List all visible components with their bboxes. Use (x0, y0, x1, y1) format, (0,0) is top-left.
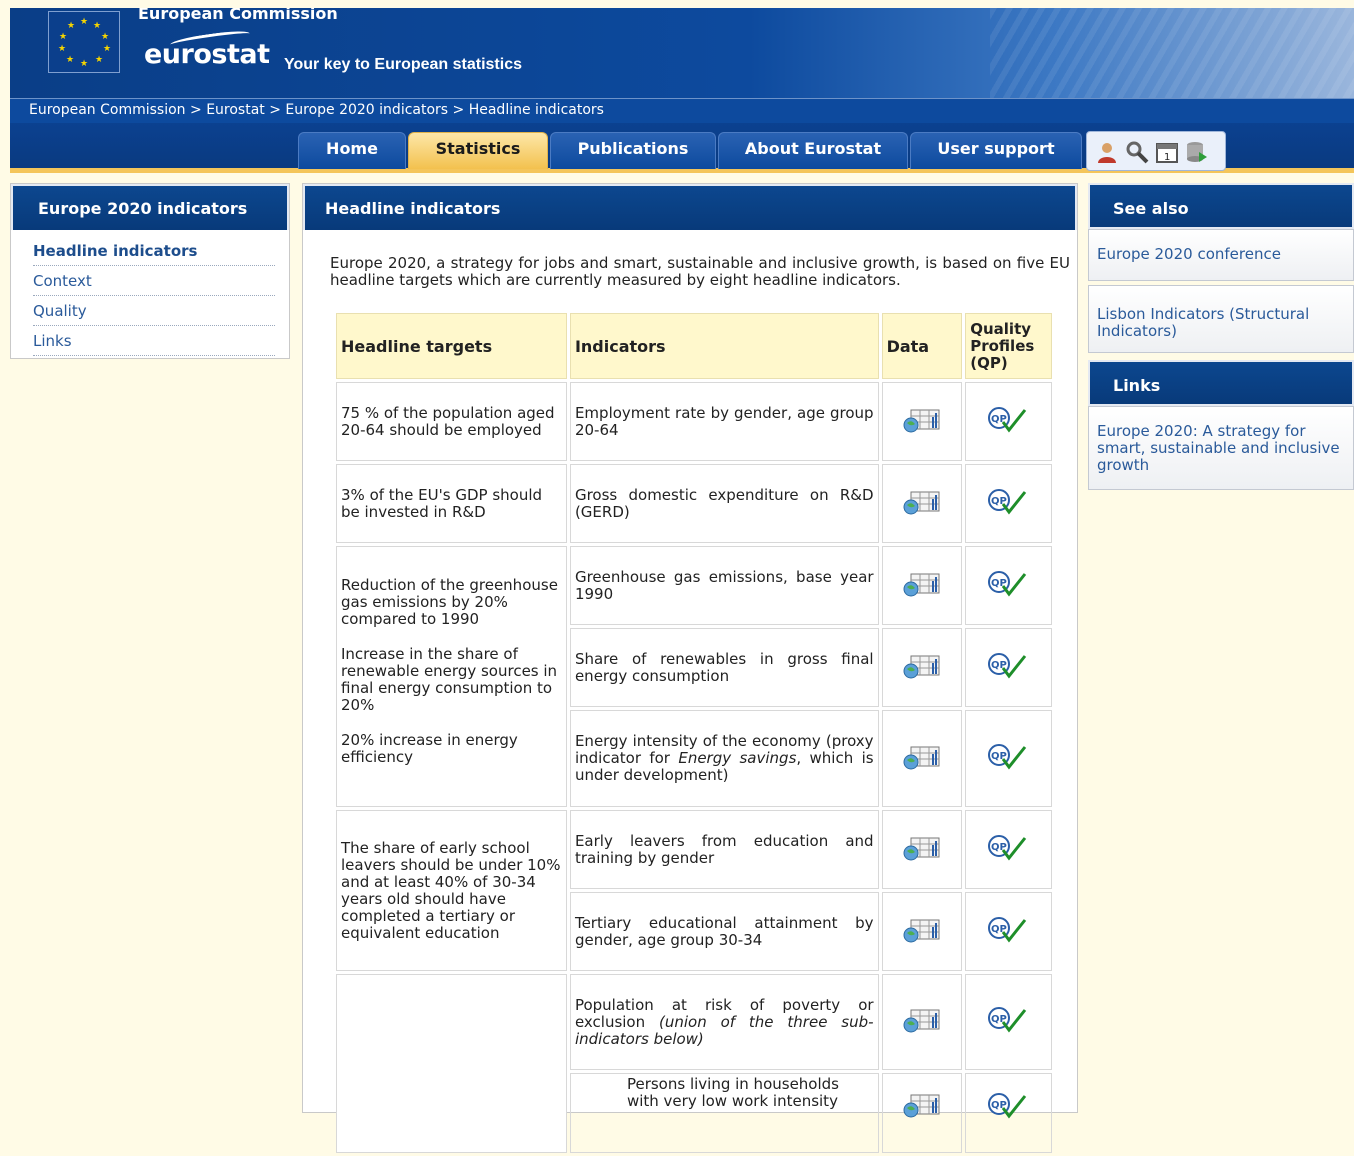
data-table-icon[interactable] (902, 653, 942, 679)
data-table-icon[interactable] (902, 571, 942, 597)
search-icon[interactable] (1125, 140, 1149, 164)
eu-flag-icon: ★ ★ ★ ★ ★ ★ ★ ★ ★ ★ (48, 11, 120, 73)
qp-check-icon[interactable]: QP (987, 652, 1031, 680)
main-nav: Home Statistics Publications About Euros… (10, 123, 1354, 173)
qp-check-icon[interactable]: QP (987, 488, 1031, 516)
eurostat-logo[interactable]: eurostat (144, 39, 270, 70)
left-menu-item-headline-indicators[interactable]: Headline indicators (33, 236, 275, 266)
tagline: Your key to European statistics (284, 56, 522, 73)
indicator-cell[interactable]: Energy intensity of the economy (proxy i… (569, 710, 879, 807)
main-content: Headline indicators Europe 2020, a strat… (302, 183, 1078, 1153)
qp-check-icon[interactable]: QP (987, 834, 1031, 862)
table-row: Reduction of the greenhouse gas emission… (336, 546, 1052, 807)
database-icon[interactable] (1185, 140, 1209, 164)
qp-cell: QP (965, 810, 1052, 889)
data-table-icon[interactable] (902, 489, 942, 515)
tab-home[interactable]: Home (298, 132, 406, 169)
qp-cell: QP (965, 546, 1052, 625)
organization-name: European Commission (138, 8, 338, 23)
left-menu-item-links[interactable]: Links (33, 326, 275, 356)
data-table-icon[interactable] (902, 1007, 942, 1033)
qp-cell: QP (965, 628, 1052, 707)
toolbar-icons: 1 (1086, 131, 1226, 171)
qp-check-icon[interactable]: QP (987, 743, 1031, 771)
tab-user-support[interactable]: User support (910, 132, 1082, 169)
left-menu: Headline indicators Context Quality Link… (11, 230, 289, 356)
see-also-link-lisbon[interactable]: Lisbon Indicators (Structural Indicators… (1088, 285, 1354, 353)
indicator-cell[interactable]: Share of renewables in gross final energ… (569, 628, 879, 707)
data-cell (881, 628, 963, 707)
target-cell: The share of early school leavers should… (336, 810, 567, 971)
qp-cell: QP (965, 892, 1052, 971)
target-text: Reduction of the greenhouse gas emission… (341, 576, 558, 628)
target-cell-empty (336, 974, 567, 1153)
page-title: Headline indicators (303, 184, 1077, 230)
table-row: 3% of the EU's GDP should be invested in… (336, 464, 1052, 543)
target-text: Increase in the share of renewable energ… (341, 645, 558, 714)
indicator-cell[interactable]: Gross domestic expenditure on R&D (GERD) (569, 464, 879, 543)
left-sidebar-title: Europe 2020 indicators (11, 184, 289, 230)
data-cell (881, 710, 963, 807)
data-table-icon[interactable] (902, 744, 942, 770)
indicator-cell[interactable]: Population at risk of poverty or exclusi… (569, 974, 879, 1070)
data-table-icon[interactable] (902, 1092, 942, 1118)
tab-publications[interactable]: Publications (550, 132, 716, 169)
left-menu-item-quality[interactable]: Quality (33, 296, 275, 326)
qp-check-icon[interactable]: QP (987, 406, 1031, 434)
qp-check-icon[interactable]: QP (987, 916, 1031, 944)
data-cell (881, 892, 963, 971)
data-cell (881, 464, 963, 543)
breadcrumb[interactable]: European Commission > Eurostat > Europe … (10, 98, 1354, 123)
indicator-cell[interactable]: Greenhouse gas emissions, base year 1990 (569, 546, 879, 625)
links-link-europe-2020-strategy[interactable]: Europe 2020: A strategy for smart, susta… (1088, 406, 1354, 490)
svg-text:1: 1 (1164, 152, 1170, 163)
table-row: Population at risk of poverty or exclusi… (336, 974, 1052, 1153)
qp-cell: QP (965, 464, 1052, 543)
column-header-targets: Headline targets (336, 313, 567, 379)
column-header-indicators: Indicators (569, 313, 879, 379)
qp-cell: QP (965, 382, 1052, 461)
qp-check-icon[interactable]: QP (987, 1092, 1031, 1120)
see-also-title: See also (1088, 183, 1354, 229)
column-header-quality-profiles: Quality Profiles (QP) (965, 313, 1052, 379)
indicators-table: Headline targets Indicators Data Quality… (333, 310, 1055, 1156)
header-banner: ★ ★ ★ ★ ★ ★ ★ ★ ★ ★ European Commission … (10, 8, 1354, 98)
intro-text: Europe 2020, a strategy for jobs and sma… (330, 254, 1070, 289)
indicator-cell[interactable]: Persons living in households with very l… (569, 1073, 879, 1153)
data-table-icon[interactable] (902, 835, 942, 861)
user-icon[interactable] (1095, 140, 1119, 164)
table-row: 75 % of the population aged 20-64 should… (336, 382, 1052, 461)
table-row: The share of early school leavers should… (336, 810, 1052, 971)
calendar-icon[interactable]: 1 (1155, 140, 1179, 164)
indicator-cell[interactable]: Early leavers from education and trainin… (569, 810, 879, 889)
qp-cell: QP (965, 1073, 1052, 1153)
left-sidebar: Europe 2020 indicators Headline indicato… (10, 183, 290, 359)
right-sidebar: See also Europe 2020 conference Lisbon I… (1088, 183, 1354, 490)
target-cell: 3% of the EU's GDP should be invested in… (336, 464, 567, 543)
data-cell (881, 382, 963, 461)
data-cell (881, 546, 963, 625)
qp-cell: QP (965, 974, 1052, 1070)
data-cell (881, 810, 963, 889)
data-cell (881, 974, 963, 1070)
target-cell: 75 % of the population aged 20-64 should… (336, 382, 567, 461)
tab-about-eurostat[interactable]: About Eurostat (718, 132, 908, 169)
data-table-icon[interactable] (902, 407, 942, 433)
links-title: Links (1088, 360, 1354, 406)
target-text: 20% increase in energy efficiency (341, 731, 518, 766)
tab-statistics[interactable]: Statistics (408, 132, 548, 169)
column-header-data: Data (881, 313, 963, 379)
left-menu-item-context[interactable]: Context (33, 266, 275, 296)
indicator-cell[interactable]: Employment rate by gender, age group 20-… (569, 382, 879, 461)
qp-check-icon[interactable]: QP (987, 570, 1031, 598)
qp-check-icon[interactable]: QP (987, 1006, 1031, 1034)
data-table-icon[interactable] (902, 917, 942, 943)
indicator-cell[interactable]: Tertiary educational attainment by gende… (569, 892, 879, 971)
see-also-link-conference[interactable]: Europe 2020 conference (1088, 229, 1354, 281)
qp-cell: QP (965, 710, 1052, 807)
target-cell-energy: Reduction of the greenhouse gas emission… (336, 546, 567, 807)
data-cell (881, 1073, 963, 1153)
